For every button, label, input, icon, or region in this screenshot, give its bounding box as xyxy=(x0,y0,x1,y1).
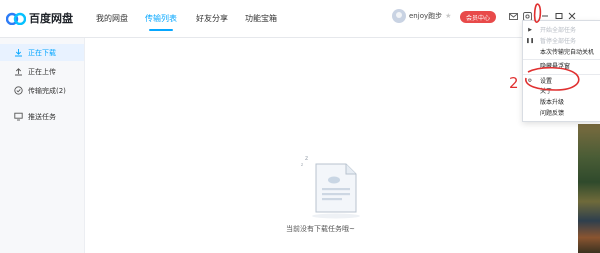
menu-item-version-upgrade[interactable]: 版本升级 xyxy=(523,96,600,107)
upload-icon xyxy=(13,67,23,77)
menu-item-label: 本次传输完自动关机 xyxy=(540,49,595,56)
menu-item-pause-all[interactable]: ❚❚ 暂停全部任务 xyxy=(523,35,600,46)
menu-item-feedback[interactable]: 问题反馈 xyxy=(523,107,600,118)
baidu-netdisk-window: 百度网盘 我的网盘 传输列表 好友分享 功能宝箱 enjoy跑步 ★ 会员中心 xyxy=(0,0,600,253)
sidebar-item-push-tasks[interactable]: 推送任务 xyxy=(0,108,84,125)
top-bar: 百度网盘 我的网盘 传输列表 好友分享 功能宝箱 enjoy跑步 ★ 会员中心 xyxy=(0,0,600,38)
sidebar-item-label: 正在上传 xyxy=(28,67,56,76)
gear-icon: ⚙ xyxy=(527,77,533,84)
check-circle-icon xyxy=(13,86,23,96)
menu-item-label: 隐藏悬浮窗 xyxy=(540,63,571,70)
annotation-number: 2 xyxy=(509,74,519,92)
menu-item-label: 问题反馈 xyxy=(540,110,565,117)
tab-transfer-list[interactable]: 传输列表 xyxy=(145,0,177,37)
sidebar-item-completed[interactable]: 传输完成(2) xyxy=(0,82,84,99)
menu-item-start-all[interactable]: ▶ 开始全部任务 xyxy=(523,24,600,35)
tab-friend-share[interactable]: 好友分享 xyxy=(196,0,228,37)
sidebar-item-downloading[interactable]: 正在下载 xyxy=(0,44,84,61)
menu-item-label: 开始全部任务 xyxy=(540,27,577,34)
tab-feature-box[interactable]: 功能宝箱 xyxy=(245,0,277,37)
sidebar-item-label: 传输完成(2) xyxy=(28,86,66,95)
sidebar-item-label: 推送任务 xyxy=(28,112,56,121)
app-logo[interactable]: 百度网盘 xyxy=(6,7,73,29)
sidebar-item-uploading[interactable]: 正在上传 xyxy=(0,63,84,80)
mail-icon[interactable] xyxy=(508,11,518,21)
tab-my-netdisk[interactable]: 我的网盘 xyxy=(96,0,128,37)
svg-text:z: z xyxy=(301,162,303,167)
menu-item-label: 暂停全部任务 xyxy=(540,38,577,45)
pause-icon: ❚❚ xyxy=(525,37,535,44)
user-name: enjoy跑步 xyxy=(409,12,443,20)
download-icon xyxy=(13,48,23,58)
sidebar: 正在下载 正在上传 传输完成(2) 推送任务 xyxy=(0,38,85,253)
cloud-logo-icon xyxy=(6,12,26,25)
avatar xyxy=(392,9,406,23)
sidebar-item-label: 正在下载 xyxy=(28,48,56,57)
play-icon: ▶ xyxy=(528,26,532,33)
app-name: 百度网盘 xyxy=(29,12,73,25)
desktop-background xyxy=(578,124,600,253)
empty-file-illustration-icon: z z xyxy=(301,155,360,219)
menu-item-label: 版本升级 xyxy=(540,99,565,106)
monitor-icon xyxy=(13,112,23,122)
menu-item-hide-float-window[interactable]: 隐藏悬浮窗 xyxy=(523,59,600,71)
menu-item-about[interactable]: 关于 xyxy=(523,85,600,96)
menu-item-auto-shutdown[interactable]: 本次传输完自动关机 xyxy=(523,46,600,57)
settings-dropdown-menu: ▶ 开始全部任务 ❚❚ 暂停全部任务 本次传输完自动关机 隐藏悬浮窗 ⚙ 设置 … xyxy=(522,20,600,122)
vip-center-button[interactable]: 会员中心 xyxy=(460,11,496,23)
svg-text:z: z xyxy=(305,155,308,162)
level-icon: ★ xyxy=(445,12,452,20)
menu-item-label: 关于 xyxy=(540,88,553,95)
user-profile[interactable]: enjoy跑步 ★ xyxy=(392,9,451,23)
empty-state-text: 当前没有下载任务哦~ xyxy=(286,225,355,233)
menu-item-label: 设置 xyxy=(540,78,553,85)
